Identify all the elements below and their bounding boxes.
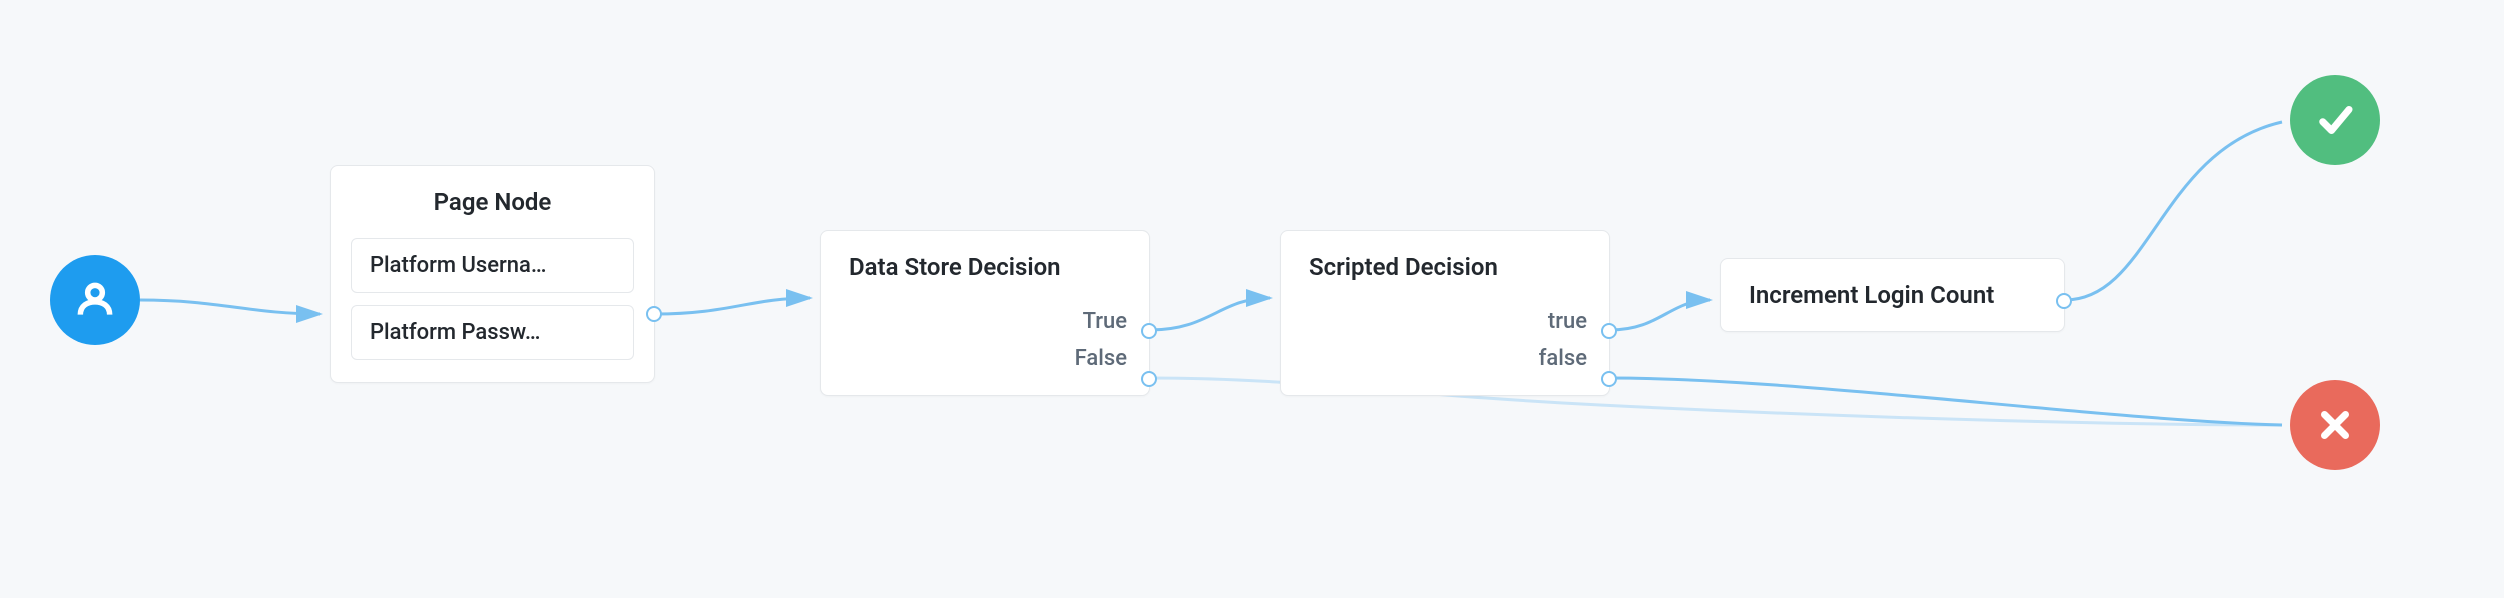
data-store-false-port[interactable] xyxy=(1141,371,1157,387)
scripted-title: Scripted Decision xyxy=(1281,231,1609,303)
data-store-true-port[interactable] xyxy=(1141,323,1157,339)
scripted-true-port[interactable] xyxy=(1601,323,1617,339)
edge-datastore-true-to-scripted xyxy=(1150,298,1270,330)
data-store-title: Data Store Decision xyxy=(821,231,1149,303)
page-node-title: Page Node xyxy=(331,166,654,238)
page-node-item-password[interactable]: Platform Passw… xyxy=(351,305,634,360)
data-store-decision-node[interactable]: Data Store Decision True False xyxy=(820,230,1150,396)
data-store-output-true: True xyxy=(843,303,1127,340)
scripted-output-true: true xyxy=(1303,303,1587,340)
increment-login-count-node[interactable]: Increment Login Count xyxy=(1720,258,2065,332)
page-node-items: Platform Userna… Platform Passw… xyxy=(331,238,654,382)
edge-scripted-true-to-increment xyxy=(1610,300,1710,330)
edge-scripted-false-to-fail xyxy=(1610,378,2282,425)
fail-node[interactable] xyxy=(2290,380,2380,470)
scripted-false-port[interactable] xyxy=(1601,371,1617,387)
edge-increment-to-success xyxy=(2065,122,2282,300)
page-node-output-port[interactable] xyxy=(646,306,662,322)
start-node[interactable] xyxy=(50,255,140,345)
page-node[interactable]: Page Node Platform Userna… Platform Pass… xyxy=(330,165,655,383)
check-icon xyxy=(2314,99,2356,141)
increment-title: Increment Login Count xyxy=(1721,259,2064,331)
scripted-decision-node[interactable]: Scripted Decision true false xyxy=(1280,230,1610,396)
edge-start-to-page xyxy=(140,300,320,314)
scripted-output-false: false xyxy=(1303,340,1587,377)
increment-output-port[interactable] xyxy=(2056,293,2072,309)
data-store-output-false: False xyxy=(843,340,1127,377)
scripted-outputs: true false xyxy=(1281,303,1609,395)
user-icon xyxy=(73,278,117,322)
cross-icon xyxy=(2314,404,2356,446)
success-node[interactable] xyxy=(2290,75,2380,165)
edge-page-to-datastore xyxy=(655,298,810,314)
page-node-item-username[interactable]: Platform Userna… xyxy=(351,238,634,293)
data-store-outputs: True False xyxy=(821,303,1149,395)
